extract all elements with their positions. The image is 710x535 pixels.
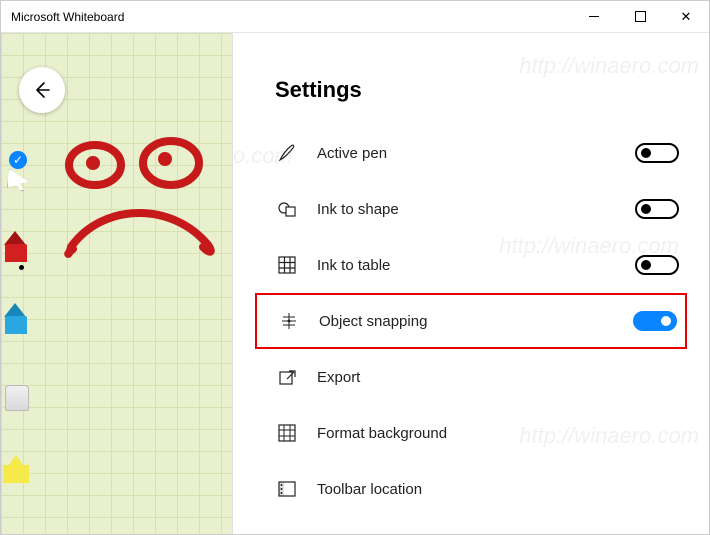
setting-toolbar-location[interactable]: Toolbar location: [255, 461, 687, 517]
user-drawing-sad-face: [53, 137, 223, 267]
setting-object-snapping[interactable]: Object snapping: [255, 293, 687, 349]
setting-ink-to-table[interactable]: Ink to table: [255, 237, 687, 293]
setting-label: Active pen: [317, 145, 635, 162]
setting-format-background[interactable]: Format background: [255, 405, 687, 461]
toggle-active-pen[interactable]: [635, 143, 679, 163]
watermark: http://winaero.com: [519, 53, 699, 79]
setting-label: Ink to shape: [317, 201, 635, 218]
highlighter-yellow[interactable]: [1, 457, 31, 491]
back-button[interactable]: [19, 67, 65, 113]
toggle-ink-to-table[interactable]: [635, 255, 679, 275]
export-icon: [275, 365, 299, 389]
toolbar-icon: [275, 477, 299, 501]
setting-label: Toolbar location: [317, 481, 679, 498]
maximize-button[interactable]: [617, 1, 663, 32]
check-badge-icon: ✓: [9, 151, 27, 169]
setting-label: Object snapping: [319, 313, 633, 330]
select-tool[interactable]: ✓: [1, 169, 31, 203]
setting-ink-to-shape[interactable]: Ink to shape: [255, 181, 687, 237]
window-titlebar: Microsoft Whiteboard: [1, 1, 709, 33]
table-icon: [275, 253, 299, 277]
minimize-button[interactable]: [571, 1, 617, 32]
window-title: Microsoft Whiteboard: [1, 10, 124, 24]
arrow-left-icon: [32, 80, 52, 100]
shape-icon: [275, 197, 299, 221]
toggle-object-snapping[interactable]: [633, 311, 677, 331]
settings-heading: Settings: [275, 77, 687, 103]
setting-label: Export: [317, 369, 679, 386]
window-controls: [571, 1, 709, 32]
setting-clear-canvas[interactable]: Clear canvas: [255, 517, 687, 534]
pen-red[interactable]: [1, 241, 31, 275]
grid-icon: [275, 421, 299, 445]
trash-icon: [275, 533, 299, 534]
pen-blue[interactable]: [1, 313, 31, 347]
settings-panel: Settings Active pen Ink to shape Ink to …: [233, 33, 709, 534]
pen-icon: [275, 141, 299, 165]
whiteboard-canvas[interactable]: ✓: [1, 33, 233, 534]
tool-palette: ✓: [1, 169, 41, 491]
snap-icon: [277, 309, 301, 333]
eraser-tool[interactable]: [1, 385, 31, 419]
setting-label: Format background: [317, 425, 679, 442]
setting-label: Ink to table: [317, 257, 635, 274]
setting-active-pen[interactable]: Active pen: [255, 125, 687, 181]
toggle-ink-to-shape[interactable]: [635, 199, 679, 219]
close-button[interactable]: [663, 1, 709, 32]
setting-export[interactable]: Export: [255, 349, 687, 405]
